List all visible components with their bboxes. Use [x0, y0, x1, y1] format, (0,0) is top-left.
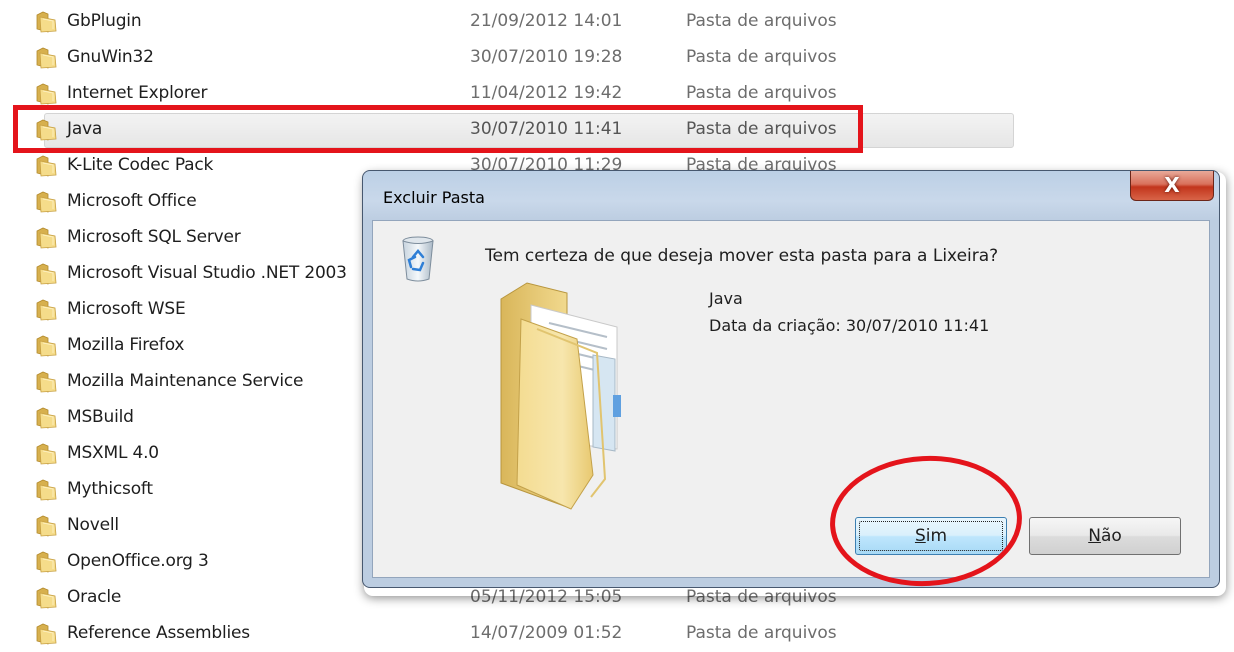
file-row[interactable]: Reference Assemblies 14/07/2009 01:52 Past… [0, 616, 1234, 652]
file-name: K-Lite Codec Pack [67, 155, 214, 175]
folder-icon [36, 407, 58, 429]
file-date: 30/07/2010 11:41 [470, 119, 623, 139]
folder-icon [36, 335, 58, 357]
folder-icon [36, 119, 58, 141]
no-label: ão [1100, 526, 1122, 546]
file-name: Mythicsoft [67, 479, 153, 499]
folder-icon [36, 551, 58, 573]
focus-rectangle [859, 521, 1003, 551]
folder-icon [36, 299, 58, 321]
file-name: MSBuild [67, 407, 134, 427]
file-name: Mozilla Firefox [67, 335, 185, 355]
folder-icon [36, 515, 58, 537]
folder-icon [36, 155, 58, 177]
file-name: Reference Assemblies [67, 623, 250, 643]
folder-icon [36, 443, 58, 465]
file-name: Microsoft Visual Studio .NET 2003 [67, 263, 347, 283]
confirmation-question: Tem certeza de que deseja mover esta pas… [485, 246, 999, 266]
file-type: Pasta de arquivos [686, 623, 837, 643]
delete-folder-dialog: Excluir Pasta X Tem certeza de que desej… [362, 170, 1220, 588]
file-name: Novell [67, 515, 119, 535]
file-name: Microsoft WSE [67, 299, 186, 319]
file-date: 21/09/2012 14:01 [470, 11, 623, 31]
file-date: 30/07/2010 19:28 [470, 47, 623, 67]
item-creation-date: Data da criação: 30/07/2010 11:41 [709, 316, 990, 335]
file-row[interactable]: GnuWin32 30/07/2010 19:28 Pasta de arquivo… [0, 40, 1234, 76]
dialog-title: Excluir Pasta [383, 188, 485, 207]
file-date: 11/04/2012 19:42 [470, 83, 623, 103]
folder-icon [36, 191, 58, 213]
file-row[interactable]: Internet Explorer 11/04/2012 19:42 Pasta d… [0, 76, 1234, 112]
file-name: OpenOffice.org 3 [67, 551, 209, 571]
file-type: Pasta de arquivos [686, 11, 837, 31]
folder-icon [36, 11, 58, 33]
file-name: Oracle [67, 587, 122, 607]
no-accelerator: N [1088, 526, 1101, 546]
folder-icon [36, 227, 58, 249]
folder-icon [36, 263, 58, 285]
file-row[interactable]: Java 30/07/2010 11:41 Pasta de arquivos [0, 112, 1234, 148]
file-row[interactable]: GbPlugin 21/09/2012 14:01 Pasta de arquivo… [0, 4, 1234, 40]
recycle-bin-icon [402, 236, 434, 282]
folder-icon [36, 479, 58, 501]
folder-icon [500, 282, 621, 510]
folder-icon [36, 623, 58, 645]
file-name: Mozilla Maintenance Service [67, 371, 304, 391]
file-name: Internet Explorer [67, 83, 208, 103]
folder-icon [36, 371, 58, 393]
item-name: Java [709, 289, 743, 308]
file-name: Java [67, 119, 103, 139]
file-name: GbPlugin [67, 11, 142, 31]
file-name: MSXML 4.0 [67, 443, 159, 463]
close-icon: X [1164, 173, 1180, 197]
file-type: Pasta de arquivos [686, 83, 837, 103]
file-name: Microsoft SQL Server [67, 227, 241, 247]
file-type: Pasta de arquivos [686, 47, 837, 67]
file-name: Microsoft Office [67, 191, 197, 211]
file-name: GnuWin32 [67, 47, 154, 67]
no-button[interactable]: Não [1029, 517, 1181, 555]
dialog-body: Tem certeza de que deseja mover esta pas… [372, 220, 1210, 578]
close-button[interactable]: X [1130, 171, 1214, 201]
file-date: 14/07/2009 01:52 [470, 623, 623, 643]
folder-icon [36, 587, 58, 609]
folder-icon [36, 47, 58, 69]
yes-button[interactable]: Sim [855, 517, 1007, 555]
folder-icon [36, 83, 58, 105]
file-type: Pasta de arquivos [686, 119, 837, 139]
